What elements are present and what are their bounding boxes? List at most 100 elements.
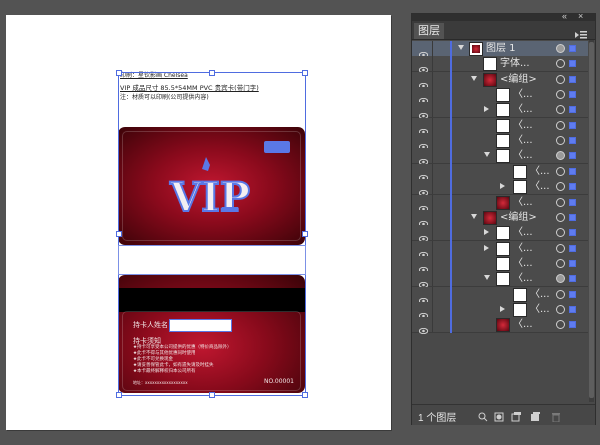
expand-triangle-open-icon[interactable] <box>471 75 477 81</box>
selection-indicator[interactable] <box>569 75 576 83</box>
lock-toggle-column[interactable] <box>432 301 433 317</box>
handle-bottom-middle[interactable] <box>209 392 215 398</box>
layer-row[interactable]: 〈... <box>412 148 588 166</box>
handle-bottom-left[interactable] <box>116 392 122 398</box>
handle-top-middle[interactable] <box>209 70 215 76</box>
target-circle-icon[interactable] <box>556 90 565 100</box>
lock-toggle-column[interactable] <box>432 148 433 164</box>
target-circle-icon[interactable] <box>556 197 565 207</box>
tab-layers[interactable]: 图层 <box>414 23 444 39</box>
visibility-eye-icon[interactable] <box>418 306 429 320</box>
expand-triangle-open-icon[interactable] <box>458 45 464 50</box>
locate-object-icon[interactable] <box>478 409 488 422</box>
expand-triangle-closed-icon[interactable] <box>484 244 489 251</box>
target-circle-icon[interactable] <box>556 258 565 268</box>
layer-row[interactable]: 〈... <box>412 133 588 151</box>
layer-row[interactable]: 〈... <box>412 117 588 135</box>
selection-indicator[interactable] <box>569 91 576 99</box>
visibility-eye-icon[interactable] <box>418 152 429 166</box>
lock-toggle-column[interactable] <box>432 163 433 179</box>
layer-label[interactable]: 〈... <box>513 88 533 101</box>
layer-row[interactable]: 〈... <box>412 194 588 212</box>
selection-indicator[interactable] <box>569 45 576 52</box>
delete-icon[interactable] <box>551 409 561 423</box>
selection-indicator[interactable] <box>569 198 576 206</box>
layer-row[interactable]: 〈... <box>412 87 588 105</box>
target-circle-icon[interactable] <box>556 274 565 284</box>
target-circle-icon[interactable] <box>556 44 565 53</box>
layer-label[interactable]: 〈... <box>530 303 550 316</box>
selection-indicator[interactable] <box>569 244 576 252</box>
layer-label[interactable]: 〈... <box>530 288 550 301</box>
visibility-eye-icon[interactable] <box>418 183 429 197</box>
selection-indicator[interactable] <box>569 106 576 114</box>
new-sublayer-icon[interactable] <box>511 409 521 422</box>
target-circle-icon[interactable] <box>556 320 565 330</box>
selection-indicator[interactable] <box>569 321 576 329</box>
target-circle-icon[interactable] <box>556 120 565 130</box>
visibility-eye-icon[interactable] <box>418 199 429 212</box>
selection-indicator[interactable] <box>569 290 576 298</box>
layer-row[interactable]: <编组> <box>412 209 588 227</box>
target-circle-icon[interactable] <box>556 166 565 176</box>
expand-triangle-closed-icon[interactable] <box>484 106 489 113</box>
lock-toggle-column[interactable] <box>432 225 433 241</box>
handle-middle-right[interactable] <box>302 231 308 237</box>
layer-label[interactable]: 〈... <box>513 272 533 285</box>
lock-toggle-column[interactable] <box>432 133 433 149</box>
layer-row[interactable]: 〈... <box>412 163 588 181</box>
selection-bounding-box[interactable] <box>118 72 306 396</box>
target-circle-icon[interactable] <box>556 151 565 161</box>
layer-row[interactable]: <编组> <box>412 71 588 89</box>
target-circle-icon[interactable] <box>556 243 565 253</box>
visibility-eye-icon[interactable] <box>418 76 429 89</box>
layers-scrollbar[interactable] <box>589 40 594 402</box>
expand-triangle-open-icon[interactable] <box>471 213 477 219</box>
visibility-eye-icon[interactable] <box>418 45 429 59</box>
target-circle-icon[interactable] <box>556 136 565 146</box>
expand-triangle-closed-icon[interactable] <box>500 183 505 190</box>
lock-toggle-column[interactable] <box>432 71 433 87</box>
lock-toggle-column[interactable] <box>432 41 433 56</box>
visibility-eye-icon[interactable] <box>418 122 429 135</box>
layer-label[interactable]: 〈... <box>513 226 533 239</box>
target-circle-icon[interactable] <box>556 212 565 222</box>
selection-indicator[interactable] <box>569 152 576 160</box>
layer-label[interactable]: 〈... <box>513 257 533 270</box>
layer-row[interactable]: 〈... <box>412 102 588 120</box>
lock-toggle-column[interactable] <box>432 271 433 287</box>
selection-indicator[interactable] <box>569 137 576 145</box>
close-panel-button[interactable]: × <box>578 11 583 21</box>
layer-row[interactable]: 〈... <box>412 225 588 243</box>
visibility-eye-icon[interactable] <box>418 106 429 120</box>
lock-toggle-column[interactable] <box>432 179 433 195</box>
visibility-eye-icon[interactable] <box>418 260 429 273</box>
visibility-eye-icon[interactable] <box>418 60 429 74</box>
target-circle-icon[interactable] <box>556 289 565 299</box>
layer-label[interactable]: <编组> <box>500 211 537 224</box>
layer-row[interactable]: 图层 1 <box>412 41 588 59</box>
lock-toggle-column[interactable] <box>432 87 433 103</box>
handle-top-left[interactable] <box>116 70 122 76</box>
expand-triangle-open-icon[interactable] <box>484 152 490 158</box>
layer-row[interactable]: 〈... <box>412 255 588 273</box>
layer-label[interactable]: 字体... <box>500 57 530 70</box>
selection-indicator[interactable] <box>569 121 576 129</box>
layer-label[interactable]: 〈... <box>513 149 533 162</box>
selection-indicator[interactable] <box>569 259 576 267</box>
selection-indicator[interactable] <box>569 305 576 313</box>
selection-indicator[interactable] <box>569 213 576 221</box>
layer-row[interactable]: 〈... <box>412 179 588 197</box>
layer-row[interactable]: 〈... <box>412 286 588 304</box>
visibility-eye-icon[interactable] <box>418 245 429 258</box>
layer-label[interactable]: 〈... <box>530 180 550 193</box>
target-circle-icon[interactable] <box>556 182 565 192</box>
visibility-eye-icon[interactable] <box>418 137 429 151</box>
selection-indicator[interactable] <box>569 60 576 68</box>
visibility-eye-icon[interactable] <box>418 321 429 335</box>
layer-label[interactable]: 〈... <box>513 242 533 255</box>
scrollbar-thumb[interactable] <box>589 42 594 398</box>
visibility-eye-icon[interactable] <box>418 291 429 304</box>
handle-middle-left[interactable] <box>116 231 122 237</box>
visibility-eye-icon[interactable] <box>418 214 429 227</box>
